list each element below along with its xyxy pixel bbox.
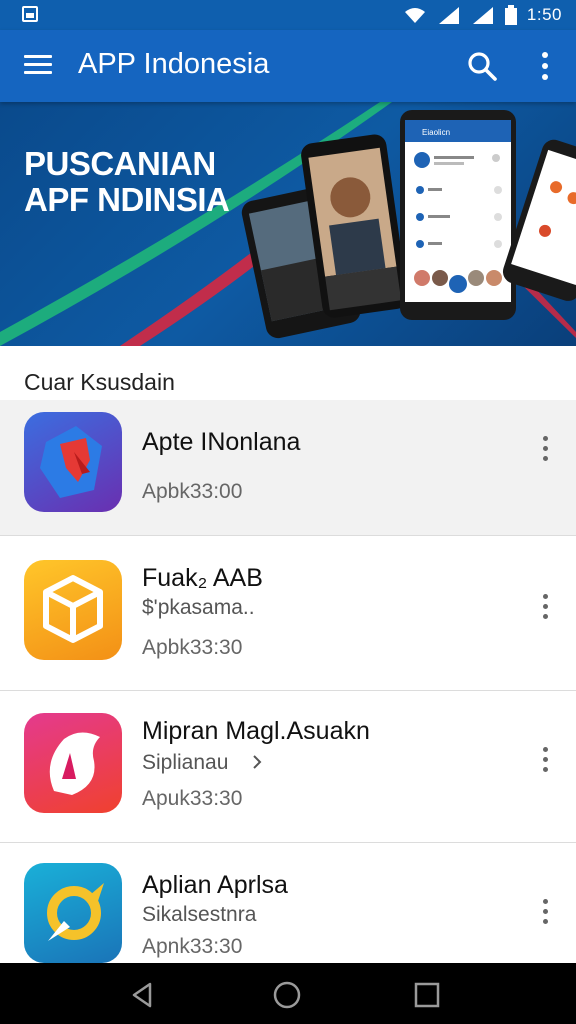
app-bar: APP Indonesia: [0, 30, 576, 102]
app-meta: Apbk33:30: [142, 636, 243, 659]
app-meta: Apnk33:30: [142, 935, 243, 958]
status-bar: 1:50: [0, 0, 576, 30]
status-time: 1:50: [526, 5, 562, 24]
chevron-right-icon[interactable]: [250, 754, 264, 770]
shield-app-icon: [24, 412, 122, 512]
app-subtitle: Siplianau: [142, 751, 264, 775]
system-nav-bar: [0, 963, 576, 1024]
promo-banner[interactable]: PUSCANIAN APF NDINSIA Eiaolicn: [0, 102, 576, 346]
recents-icon[interactable]: [412, 980, 442, 1010]
app-name: Aplian Aprlsa: [142, 871, 288, 899]
more-vert-icon[interactable]: [534, 747, 556, 777]
app-subtitle: Sikalsestnra: [142, 903, 257, 926]
more-vert-icon[interactable]: [534, 436, 556, 466]
app-meta: Apbk33:00: [142, 480, 243, 503]
more-vert-icon[interactable]: [534, 899, 556, 929]
app-subtitle-text: Siplianau: [142, 751, 229, 774]
list-item[interactable]: Mipran Magl.Asuakn Siplianau Apuk33:30: [0, 691, 576, 843]
phones-illustration: Eiaolicn: [241, 110, 576, 339]
more-vert-icon[interactable]: [534, 594, 556, 624]
menu-icon[interactable]: [24, 52, 52, 80]
search-icon[interactable]: [466, 50, 498, 82]
back-icon[interactable]: [128, 980, 158, 1010]
home-icon[interactable]: [272, 980, 302, 1010]
signal-icon: [438, 7, 459, 24]
notification-icon: [22, 6, 38, 22]
list-item[interactable]: Aplian Aprlsa Sikalsestnra Apnk33:30: [0, 843, 576, 963]
app-name: Mipran Magl.Asuakn: [142, 717, 370, 745]
box-app-icon: [24, 560, 122, 660]
section-title: Cuar Ksusdain: [24, 369, 175, 395]
wifi-icon: [404, 8, 425, 23]
signal-icon: [472, 7, 493, 24]
compass-app-icon: [24, 863, 122, 963]
app-title: APP Indonesia: [78, 48, 270, 80]
app-name: Fuak₂ AAB: [142, 564, 263, 592]
more-vert-icon[interactable]: [532, 50, 558, 82]
phone-header-text: Eiaolicn: [422, 128, 450, 137]
app-name: Apte INonlana: [142, 428, 301, 456]
app-meta: Apuk33:30: [142, 787, 243, 810]
flame-app-icon: [24, 713, 122, 813]
list-item[interactable]: Apte INonlana Apbk33:00: [0, 400, 576, 536]
battery-icon: [504, 5, 517, 25]
list-item[interactable]: Fuak₂ AAB $'pkasama.. Apbk33:30: [0, 536, 576, 691]
app-subtitle: $'pkasama..: [142, 596, 255, 619]
